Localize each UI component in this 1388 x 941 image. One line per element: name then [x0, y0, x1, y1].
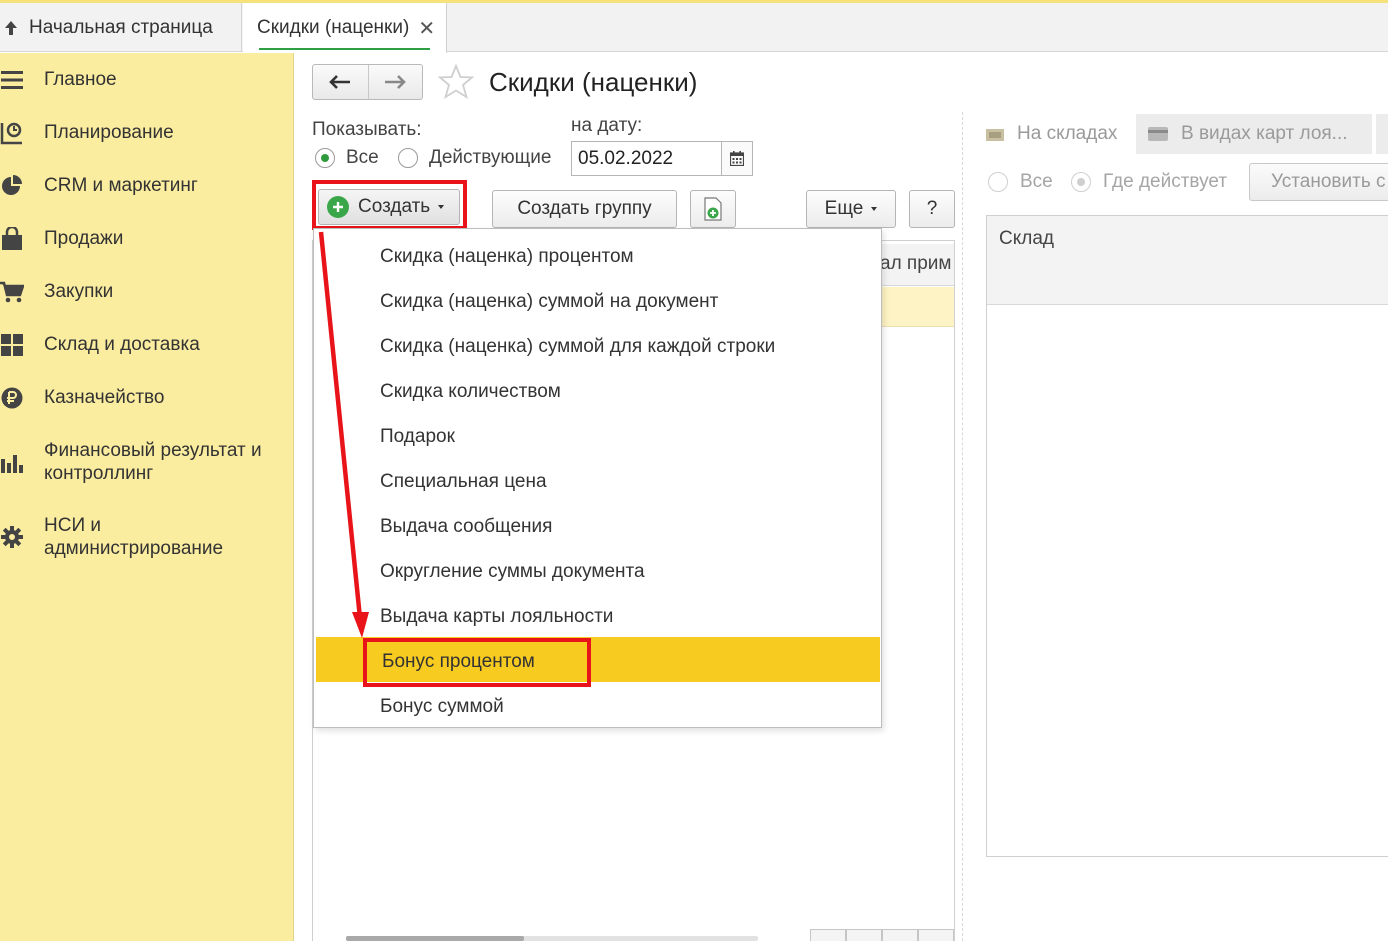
tab-more[interactable]: [1376, 114, 1388, 154]
tab-loyalty-cards[interactable]: В видах карт лоя...: [1136, 114, 1372, 154]
tab-warehouses-label: На складах: [1017, 123, 1118, 144]
calendar-button[interactable]: [721, 141, 753, 176]
tab-loyalty-label: В видах карт лоя...: [1181, 123, 1348, 144]
bar-chart-icon: [0, 451, 24, 475]
forward-button[interactable]: [367, 65, 423, 99]
warehouses-table: Склад: [986, 215, 1388, 857]
radio-active[interactable]: [398, 148, 418, 168]
sidebar-item-label: Закупки: [44, 281, 114, 302]
sidebar-item-warehouse[interactable]: Склад и доставка: [0, 333, 294, 357]
list-nav-button[interactable]: [846, 929, 882, 941]
column-header-warehouse[interactable]: Склад: [987, 216, 1388, 305]
radio-active-label: Действующие: [429, 147, 552, 168]
shopping-bag-icon: [0, 227, 24, 251]
arrow-right-icon: [385, 75, 407, 89]
menu-item-special-price[interactable]: Специальная цена: [314, 457, 881, 502]
chevron-down-icon: [871, 207, 878, 211]
warehouse-icon: [986, 129, 1004, 141]
sidebar-item-label: Главное: [44, 69, 117, 90]
tab-discounts-label: Скидки (наценки): [257, 17, 410, 38]
sidebar-item-label: CRM и маркетинг: [44, 175, 198, 196]
sidebar-item-planning[interactable]: Планирование: [0, 121, 294, 145]
sidebar-item-admin[interactable]: НСИ и администрирование: [0, 514, 294, 562]
right-radio-all[interactable]: [988, 172, 1008, 192]
cart-icon: [0, 280, 24, 304]
sidebar-item-label: Планирование: [44, 122, 174, 143]
scrollbar-thumb[interactable]: [346, 936, 524, 941]
list-column-header[interactable]: ал прим: [880, 244, 954, 286]
arrow-left-icon: [329, 75, 351, 89]
menu-item-row-sum-discount[interactable]: Скидка (наценка) суммой для каждой строк…: [314, 322, 881, 367]
panel-divider: [962, 112, 963, 941]
right-radio-where-active[interactable]: [1071, 172, 1091, 192]
more-button[interactable]: Еще: [806, 190, 896, 228]
tab-bar: Начальная страница Скидки (наценки) ✕: [0, 3, 1388, 53]
sidebar-item-purchases[interactable]: Закупки: [0, 280, 294, 304]
menu-item-rounding[interactable]: Округление суммы документа: [314, 547, 881, 592]
help-button[interactable]: ?: [909, 190, 955, 228]
list-nav-button[interactable]: [882, 929, 918, 941]
sidebar-item-label: Финансовый результат и контроллинг: [44, 440, 262, 484]
menu-item-gift[interactable]: Подарок: [314, 412, 881, 457]
ruble-coin-icon: [0, 386, 24, 410]
list-nav-button[interactable]: [918, 929, 954, 941]
tab-home-label: Начальная страница: [29, 16, 213, 38]
active-tab-indicator: [259, 48, 430, 50]
sidebar-item-label: Продажи: [44, 228, 124, 249]
back-button[interactable]: [313, 65, 368, 99]
favorite-star-icon[interactable]: [438, 64, 474, 100]
close-icon[interactable]: ✕: [418, 16, 435, 41]
sidebar-item-label: Казначейство: [44, 387, 165, 408]
calendar-icon: [730, 151, 744, 166]
planning-icon: [0, 121, 24, 145]
menu-item-percent-discount[interactable]: Скидка (наценка) процентом: [314, 232, 881, 277]
menu-item-quantity-discount[interactable]: Скидка количеством: [314, 367, 881, 412]
pie-chart-icon: [0, 174, 24, 198]
more-button-label: Еще: [824, 198, 864, 219]
document-add-icon: [704, 197, 722, 221]
sidebar-item-label: Склад и доставка: [44, 334, 200, 355]
menu-icon: [0, 68, 24, 92]
arrow-up-icon: [0, 20, 22, 36]
card-icon: [1148, 127, 1168, 141]
page-title: Скидки (наценки): [489, 67, 698, 97]
sidebar-item-sales[interactable]: Продажи: [0, 227, 294, 251]
annotation-box-bonus: [363, 638, 591, 687]
sidebar-item-label: НСИ и администрирование: [44, 515, 224, 559]
warehouse-grid-icon: [0, 333, 24, 357]
tab-warehouses[interactable]: На складах: [986, 114, 1134, 154]
menu-item-bonus-sum[interactable]: Бонус суммой: [314, 682, 881, 727]
sidebar-item-finance[interactable]: Финансовый результат и контроллинг: [0, 439, 294, 487]
list-nav-button[interactable]: [810, 929, 846, 941]
date-label: на дату:: [571, 115, 643, 136]
list-row-selected[interactable]: [880, 287, 954, 327]
tab-discounts[interactable]: Скидки (наценки) ✕: [243, 3, 447, 53]
menu-item-document-sum-discount[interactable]: Скидка (наценка) суммой на документ: [314, 277, 881, 322]
right-radio-all-label: Все: [1020, 171, 1053, 192]
menu-item-message[interactable]: Выдача сообщения: [314, 502, 881, 547]
date-input[interactable]: 05.02.2022: [571, 141, 722, 176]
tab-home[interactable]: Начальная страница: [0, 3, 242, 52]
menu-item-loyalty-card[interactable]: Выдача карты лояльности: [314, 592, 881, 637]
sidebar: Главное Планирование CRM и маркетинг Про…: [0, 53, 294, 941]
annotation-box-create: [312, 180, 467, 230]
gear-icon: [0, 525, 24, 549]
copy-button[interactable]: [690, 190, 736, 228]
set-button[interactable]: Установить с: [1249, 163, 1388, 201]
show-label: Показывать:: [312, 119, 422, 140]
sidebar-item-treasury[interactable]: Казначейство: [0, 386, 294, 410]
sidebar-item-main[interactable]: Главное: [0, 68, 294, 92]
radio-all-label: Все: [346, 147, 379, 168]
create-group-button[interactable]: Создать группу: [492, 190, 677, 228]
history-nav: [312, 64, 423, 100]
sidebar-item-crm[interactable]: CRM и маркетинг: [0, 174, 294, 198]
radio-all[interactable]: [315, 148, 335, 168]
right-radio-where-active-label: Где действует: [1103, 171, 1228, 192]
